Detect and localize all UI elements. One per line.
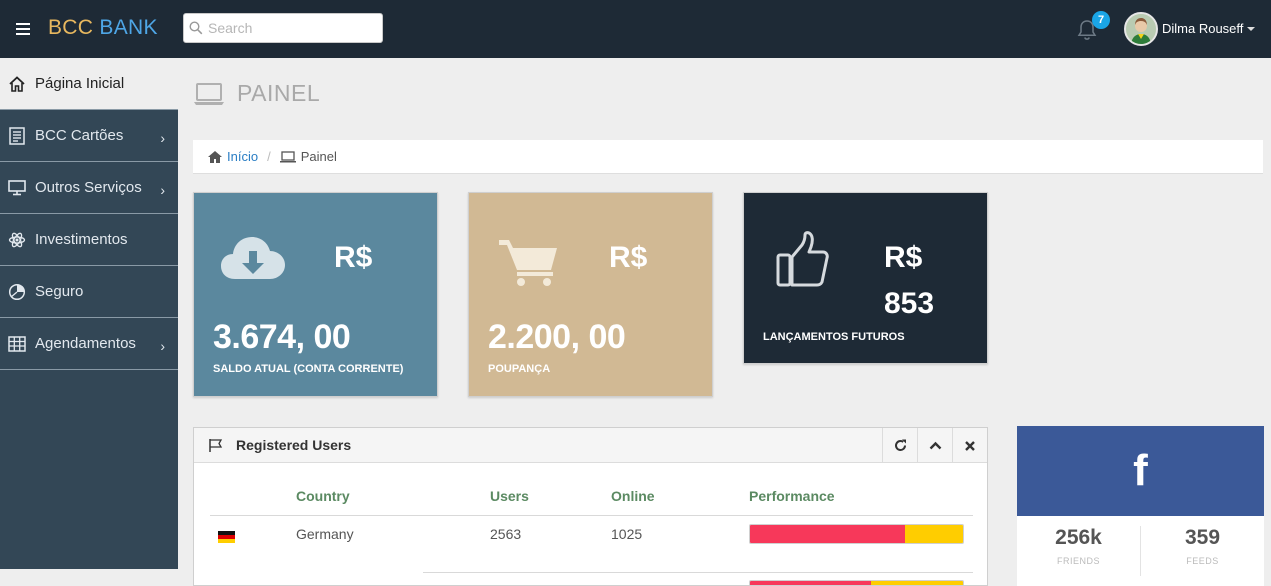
notification-count-badge[interactable]: 7 xyxy=(1092,11,1110,29)
brand-logo[interactable]: BCC BANK xyxy=(48,16,158,40)
sidebar: Página Inicial BCC Cartões › Outros Serv… xyxy=(0,58,178,569)
card-poupanca[interactable]: R$ 2.200, 00 POUPANÇA xyxy=(468,192,713,397)
sidebar-item-seguro[interactable]: Seguro xyxy=(0,266,178,318)
performance-bar-yellow xyxy=(905,525,963,543)
table-divider xyxy=(423,572,973,573)
column-header-online: Online xyxy=(611,488,655,504)
column-header-performance: Performance xyxy=(749,488,835,504)
page-title: PAINEL xyxy=(193,80,320,107)
sidebar-item-label: Agendamentos xyxy=(35,335,136,352)
card-saldo-atual[interactable]: R$ 3.674, 00 SALDO ATUAL (CONTA CORRENTE… xyxy=(193,192,438,397)
card-label: SALDO ATUAL (CONTA CORRENTE) xyxy=(213,363,404,375)
breadcrumb: Início / Painel xyxy=(193,140,1263,174)
registered-users-panel: Registered Users Country Users Online Pe… xyxy=(193,427,988,586)
sidebar-item-bcc-cartoes[interactable]: BCC Cartões › xyxy=(0,110,178,162)
table-icon xyxy=(8,335,26,353)
search-icon xyxy=(189,21,203,35)
card-currency: R$ xyxy=(609,241,648,274)
sidebar-item-pagina-inicial[interactable]: Página Inicial xyxy=(0,58,178,110)
brand-part2: BANK xyxy=(99,16,158,39)
user-name[interactable]: Dilma Rouseff xyxy=(1162,21,1243,36)
user-dropdown-caret-icon[interactable] xyxy=(1247,27,1255,31)
card-label: POUPANÇA xyxy=(488,363,551,375)
sidebar-item-label: Seguro xyxy=(35,283,84,300)
page-title-text: PAINEL xyxy=(237,80,321,106)
cart-icon xyxy=(499,237,559,292)
friends-label: FRIENDS xyxy=(1056,556,1100,566)
panel-title: Registered Users xyxy=(236,437,352,453)
close-button[interactable] xyxy=(952,428,987,463)
chevron-right-icon: › xyxy=(160,182,165,198)
user-avatar[interactable] xyxy=(1124,12,1158,46)
breadcrumb-home-link[interactable]: Início xyxy=(227,149,258,164)
top-navbar: BCC BANK 7 Dilma Rouseff xyxy=(0,0,1271,58)
breadcrumb-separator: / xyxy=(267,149,271,164)
close-icon xyxy=(965,440,975,451)
facebook-icon[interactable]: f xyxy=(1017,426,1264,516)
card-label: LANÇAMENTOS FUTUROS xyxy=(763,331,905,343)
collapse-button[interactable] xyxy=(917,428,952,463)
performance-bar xyxy=(749,524,964,544)
card-currency: R$ xyxy=(334,241,373,274)
sidebar-item-agendamentos[interactable]: Agendamentos › xyxy=(0,318,178,370)
chevron-right-icon: › xyxy=(160,338,165,354)
thumbs-up-icon xyxy=(776,231,832,294)
hamburger-menu-icon[interactable] xyxy=(16,23,30,38)
card-lancamentos-futuros[interactable]: R$ 853 LANÇAMENTOS FUTUROS xyxy=(743,192,988,364)
facebook-widget[interactable]: f 256k FRIENDS 359 FEEDS xyxy=(1017,426,1264,586)
sidebar-item-label: BCC Cartões xyxy=(35,127,124,144)
brand-part1: BCC xyxy=(48,16,94,39)
monitor-icon xyxy=(8,179,26,197)
column-header-country: Country xyxy=(296,488,350,504)
refresh-icon xyxy=(894,439,906,451)
facebook-friends-stat: 256k FRIENDS xyxy=(1017,526,1140,566)
laptop-icon xyxy=(194,82,224,105)
sidebar-item-label: Outros Serviços xyxy=(35,179,142,196)
breadcrumb-current: Painel xyxy=(300,149,337,164)
cloud-download-icon xyxy=(219,233,287,288)
column-header-users: Users xyxy=(490,488,529,504)
card-value: 853 xyxy=(884,287,935,320)
performance-bar-yellow xyxy=(871,581,963,585)
refresh-button[interactable] xyxy=(882,428,917,463)
search-box[interactable] xyxy=(183,13,383,43)
sidebar-item-label: Investimentos xyxy=(35,231,128,248)
chevron-right-icon: › xyxy=(160,130,165,146)
table-divider xyxy=(210,515,973,516)
facebook-feeds-stat: 359 FEEDS xyxy=(1141,526,1264,566)
performance-bar-red xyxy=(750,581,872,585)
cell-users: 2563 xyxy=(490,526,522,542)
germany-flag-icon xyxy=(218,530,235,546)
sidebar-item-investimentos[interactable]: Investimentos xyxy=(0,214,178,266)
sidebar-item-label: Página Inicial xyxy=(35,75,125,92)
feeds-label: FEEDS xyxy=(1186,556,1219,566)
performance-bar-red xyxy=(750,525,906,543)
panel-header: Registered Users xyxy=(194,428,987,463)
cell-online: 1025 xyxy=(611,526,643,542)
card-value: 2.200, 00 xyxy=(488,318,626,356)
sidebar-item-outros-servicos[interactable]: Outros Serviços › xyxy=(0,162,178,214)
laptop-icon xyxy=(279,150,296,162)
search-input[interactable] xyxy=(208,20,378,36)
cell-country: Germany xyxy=(296,526,354,542)
performance-bar xyxy=(749,580,964,585)
home-icon xyxy=(8,75,26,93)
flag-icon xyxy=(209,439,223,452)
feeds-count: 359 xyxy=(1184,526,1221,549)
card-currency: R$ xyxy=(884,241,923,274)
pie-chart-icon xyxy=(8,283,26,301)
card-value: 3.674, 00 xyxy=(213,318,351,356)
home-icon xyxy=(208,150,222,163)
friends-count: 256k xyxy=(1055,526,1102,549)
atom-icon xyxy=(8,231,26,249)
list-icon xyxy=(8,126,26,145)
chevron-up-icon xyxy=(929,441,941,450)
